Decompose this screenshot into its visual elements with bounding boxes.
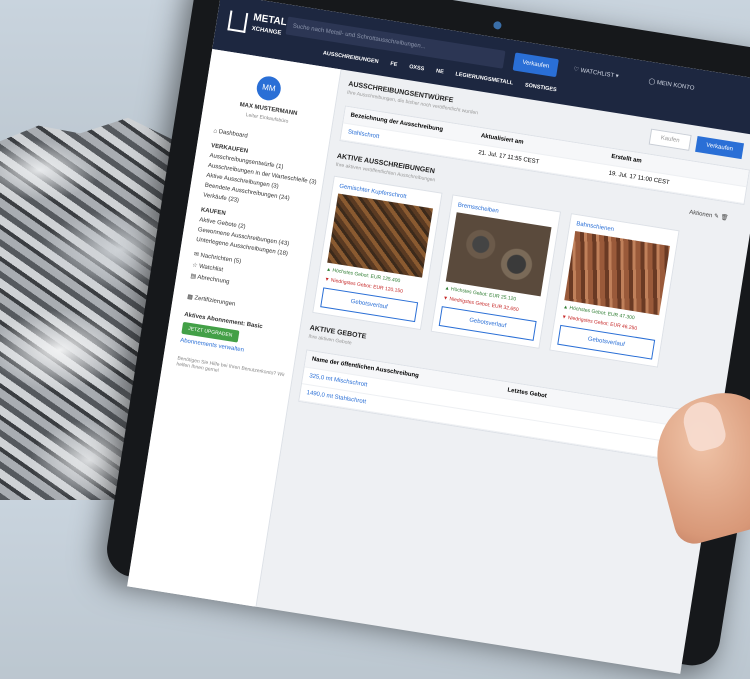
nav-item-oxss[interactable]: OXSS <box>409 64 425 72</box>
auction-card[interactable]: Gemischter Kupferschrott ▲ Höchstes Gebo… <box>312 175 443 331</box>
nav-item-fe[interactable]: FE <box>390 61 398 68</box>
brake-discs-photo <box>445 212 552 297</box>
app-screen: METAL XCHANGE Suche nach Metall- und Schr… <box>127 0 750 674</box>
sidebar-menu: ⌂ Dashboard VERKAUFEN Ausschreibungsentw… <box>175 128 322 388</box>
drafts-buttons: Kaufen Verkaufen <box>648 128 745 160</box>
nav-item-legierungsmetall[interactable]: LEGIERUNGSMETALL <box>455 71 513 86</box>
sell-button[interactable]: Verkaufen <box>512 52 559 78</box>
camera-icon <box>492 20 503 30</box>
sidebar-item-label: Abrechnung <box>196 274 230 286</box>
copper-scrap-photo <box>327 193 433 278</box>
sell-draft-button[interactable]: Verkaufen <box>695 136 745 160</box>
nav-item-sonstiges[interactable]: SONSTIGES <box>524 82 557 93</box>
trash-icon[interactable]: 🗑 <box>720 215 728 222</box>
auction-card[interactable]: Bahnschienen ▲ Höchstes Gebot: EUR 47.30… <box>549 213 680 368</box>
sidebar-item-label: Zertifizierungen <box>193 295 236 308</box>
auction-card[interactable]: Bremsscheiben ▲ Höchstes Gebot: EUR 25.1… <box>430 194 562 349</box>
nav-item-ausschreibungen[interactable]: AUSSCHREIBUNGEN <box>322 50 378 65</box>
nav-item-ne[interactable]: NE <box>436 68 444 75</box>
sidebar-item-label: Watchlist <box>198 263 224 274</box>
logo-icon <box>227 10 249 33</box>
rails-photo <box>564 231 671 316</box>
tablet-device: METAL XCHANGE Suche nach Metall- und Schr… <box>103 0 750 674</box>
sidebar-item-label: Dashboard <box>218 129 249 140</box>
logo[interactable]: METAL XCHANGE <box>227 9 288 39</box>
avatar[interactable]: MM <box>255 74 283 103</box>
buy-button[interactable]: Kaufen <box>648 128 692 151</box>
edit-icon[interactable]: ✎ <box>713 214 719 221</box>
watchlist-label: WATCHLIST <box>579 67 615 80</box>
watchlist-menu[interactable]: ♡ WATCHLIST ▾ <box>573 66 619 80</box>
account-label: MEIN KONTO <box>656 80 695 92</box>
sidebar-item-certs[interactable]: ▦ Zertifizierungen <box>187 293 297 317</box>
help-text: Benötigen Sie Hilfe bei Ihren Benutzerko… <box>175 355 286 379</box>
account-menu[interactable]: ◯ MEIN KONTO <box>648 78 695 92</box>
